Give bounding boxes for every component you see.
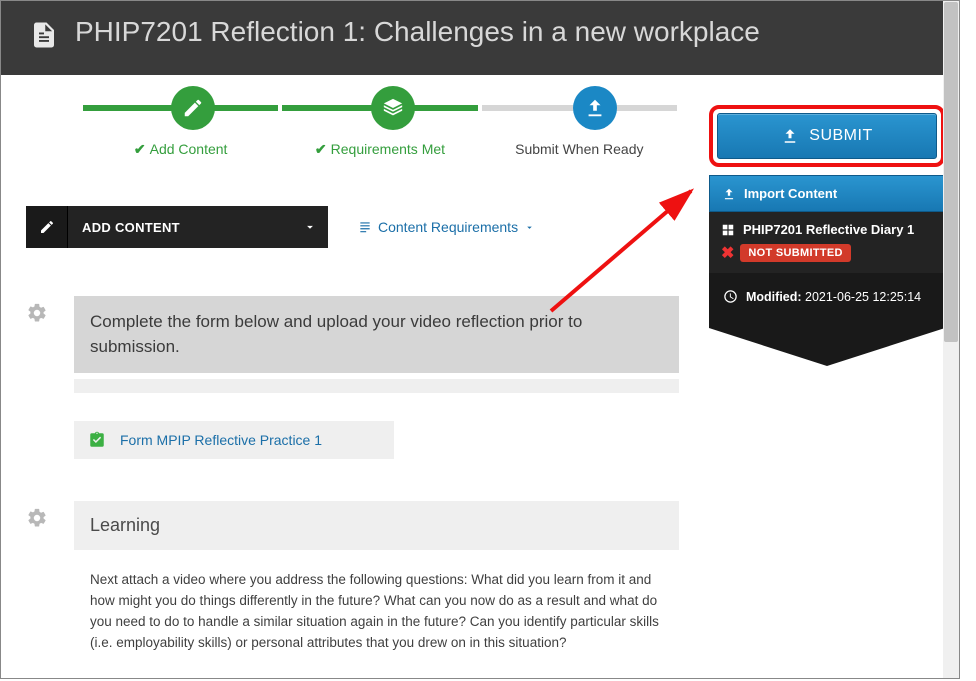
vertical-scrollbar[interactable] <box>943 1 959 679</box>
upload-icon <box>722 187 736 201</box>
step-requirements-icon <box>371 86 415 130</box>
chevron-down-icon <box>292 206 328 248</box>
step-submit-icon <box>573 86 617 130</box>
content-requirements-link[interactable]: Content Requirements <box>358 219 535 235</box>
diary-info: PHIP7201 Reflective Diary 1 ✖ NOT SUBMIT… <box>709 212 945 273</box>
clock-icon <box>723 289 738 304</box>
document-icon <box>29 17 59 53</box>
pennant-shape <box>709 328 945 366</box>
diary-title: PHIP7201 Reflective Diary 1 <box>743 222 914 237</box>
pencil-icon <box>26 206 68 248</box>
form-attachment[interactable]: Form MPIP Reflective Practice 1 <box>74 421 394 459</box>
scrollbar-thumb[interactable] <box>944 2 958 342</box>
progress-labels: ✔Add Content ✔Requirements Met Submit Wh… <box>81 141 679 158</box>
submit-button[interactable]: SUBMIT <box>717 113 937 159</box>
upload-icon <box>781 127 799 145</box>
gear-icon[interactable] <box>26 302 54 329</box>
add-content-label: ADD CONTENT <box>68 206 292 248</box>
import-label: Import Content <box>744 186 837 201</box>
content-requirements-label: Content Requirements <box>378 219 518 235</box>
step2-label: ✔Requirements Met <box>280 141 479 158</box>
step-add-content-icon <box>171 86 215 130</box>
spacer-bar <box>74 379 679 393</box>
gear-icon[interactable] <box>26 507 54 534</box>
submit-highlight-annotation: SUBMIT <box>709 105 945 167</box>
learning-body: Next attach a video where you address th… <box>74 560 679 654</box>
clipboard-check-icon <box>88 431 106 449</box>
page-title: PHIP7201 Reflection 1: Challenges in a n… <box>75 13 760 51</box>
chevron-down-icon <box>524 222 535 233</box>
form-link-label: Form MPIP Reflective Practice 1 <box>120 432 322 448</box>
modified-info: Modified: 2021-06-25 12:25:14 <box>709 273 945 328</box>
step3-label: Submit When Ready <box>480 141 679 158</box>
status-badge: NOT SUBMITTED <box>740 244 850 262</box>
submit-label: SUBMIT <box>809 127 872 145</box>
grid-icon <box>721 223 735 237</box>
step1-label: ✔Add Content <box>81 141 280 158</box>
progress-track <box>81 105 679 111</box>
page-header: PHIP7201 Reflection 1: Challenges in a n… <box>1 1 959 75</box>
import-content-button[interactable]: Import Content <box>709 175 945 212</box>
x-icon: ✖ <box>721 243 734 263</box>
instruction-text: Complete the form below and upload your … <box>74 296 679 373</box>
add-content-button[interactable]: ADD CONTENT <box>26 206 328 248</box>
list-icon <box>358 220 372 234</box>
learning-heading: Learning <box>74 501 679 550</box>
